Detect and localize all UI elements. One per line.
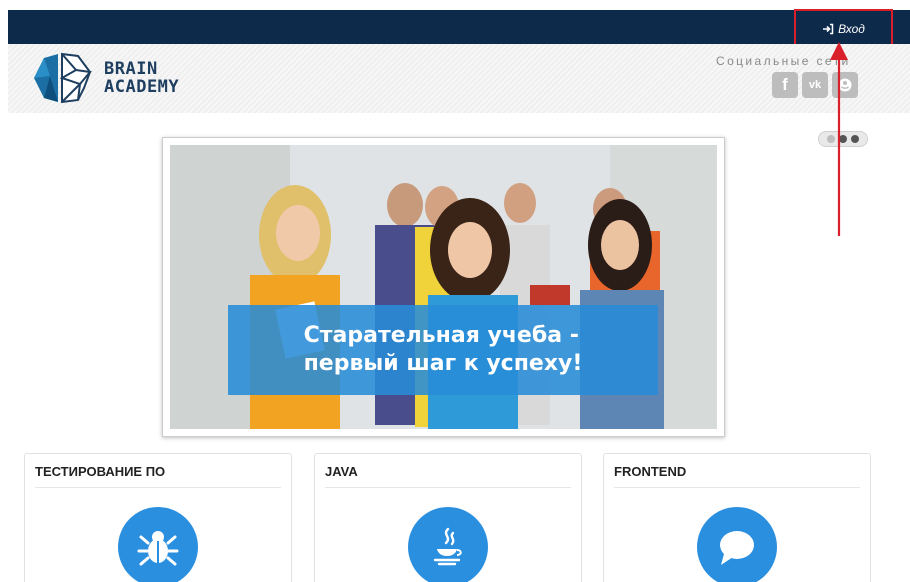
brand-name[interactable]: BRAIN ACADEMY <box>104 60 179 96</box>
card-title: JAVA <box>325 464 358 479</box>
course-card-java[interactable]: JAVA <box>314 453 582 582</box>
slogan-box: Старательная учеба - первый шаг к успеху… <box>228 305 658 395</box>
slogan-line-1: Старательная учеба - <box>303 323 579 348</box>
brand-line-2: ACADEMY <box>104 77 180 97</box>
hero-banner[interactable]: Старательная учеба - первый шаг к успеху… <box>162 137 725 437</box>
sign-in-icon <box>823 23 834 34</box>
brain-logo-icon[interactable] <box>28 50 98 106</box>
red-annotation-arrow <box>830 42 848 236</box>
card-title: FRONTEND <box>614 464 687 479</box>
site-header: BRAIN ACADEMY Социальные сети f vk <box>8 44 910 113</box>
facebook-icon: f <box>782 75 788 94</box>
vk-icon: vk <box>808 79 822 91</box>
bug-icon <box>137 531 179 566</box>
facebook-button[interactable]: f <box>772 72 798 98</box>
card-icon-circle[interactable] <box>697 507 777 582</box>
java-cup-icon <box>433 527 462 566</box>
course-card-testing[interactable]: ТЕСТИРОВАНИЕ ПО <box>24 453 292 582</box>
card-icon-circle[interactable] <box>408 507 488 582</box>
course-card-frontend[interactable]: FRONTEND <box>603 453 871 582</box>
card-title: ТЕСТИРОВАНИЕ ПО <box>35 464 166 479</box>
card-divider <box>35 487 281 488</box>
card-divider <box>614 487 860 488</box>
top-bar <box>8 10 910 44</box>
brand-line-1: BRAIN <box>104 59 158 79</box>
vk-button[interactable]: vk <box>802 72 828 98</box>
slogan: Старательная учеба - первый шаг к успеху… <box>304 322 583 378</box>
login-label: Вход <box>838 21 865 36</box>
slider-dot-3[interactable] <box>851 135 859 143</box>
slogan-line-2: первый шаг к успеху! <box>303 351 583 376</box>
page: Вход BRAIN ACADEMY Социальные сети f vk <box>0 0 910 582</box>
card-divider <box>325 487 571 488</box>
chat-bubble-icon <box>720 531 754 565</box>
card-icon-circle[interactable] <box>118 507 198 582</box>
students-photo: Старательная учеба - первый шаг к успеху… <box>170 145 717 429</box>
